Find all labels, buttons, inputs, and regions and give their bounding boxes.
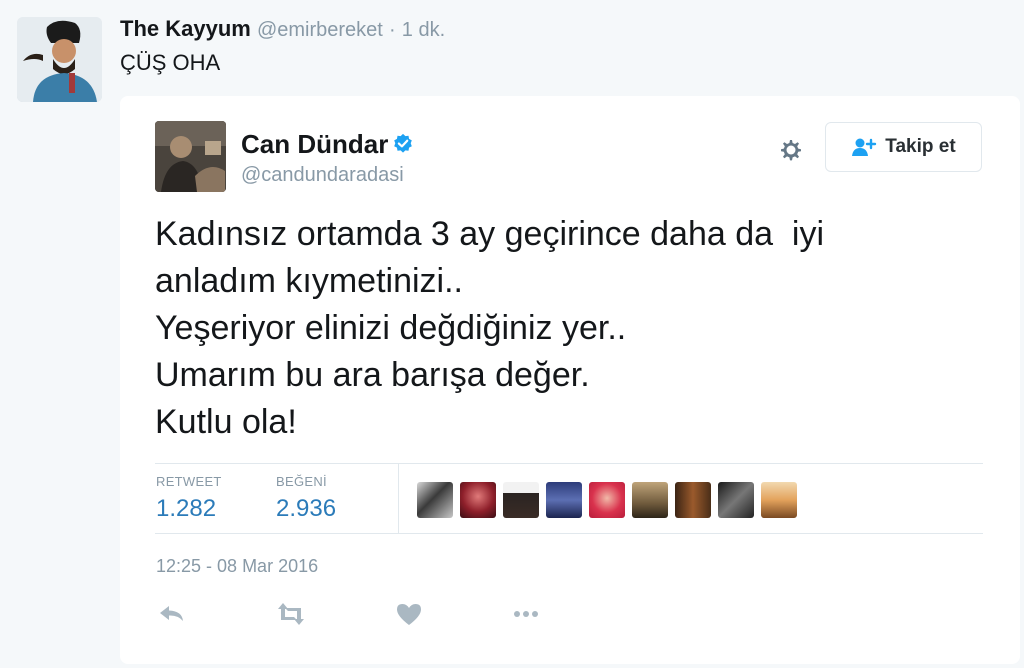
stats-vertical-divider — [398, 464, 399, 533]
quoted-tweet-card[interactable]: Can Dündar @candundaradasi Takip et Kadı… — [120, 96, 1020, 664]
liker-avatar[interactable] — [761, 482, 797, 518]
quoted-author-name-row: Can Dündar — [241, 129, 414, 160]
tweet-text-line: Kutlu ola! — [155, 403, 297, 441]
retweet-stat[interactable]: RETWEET 1.282 — [156, 474, 222, 523]
outer-avatar[interactable] — [17, 17, 102, 102]
liker-avatar[interactable] — [718, 482, 754, 518]
liker-avatar[interactable] — [632, 482, 668, 518]
more-dots-icon[interactable] — [510, 600, 542, 628]
reply-icon[interactable] — [156, 600, 188, 628]
liker-avatar[interactable] — [417, 482, 453, 518]
like-stat[interactable]: BEĞENİ 2.936 — [276, 474, 336, 523]
verified-icon — [394, 134, 413, 153]
retweet-count: 1.282 — [156, 495, 217, 522]
outer-tweet-header: The Kayyum @emirbereket · 1 dk. — [120, 16, 445, 42]
retweet-label: RETWEET — [156, 474, 222, 489]
quoted-author-avatar[interactable] — [155, 121, 226, 192]
liker-avatar[interactable] — [546, 482, 582, 518]
tweet-text-line: anladım kıymetinizi.. — [155, 262, 463, 300]
gear-icon[interactable] — [777, 136, 805, 164]
quoted-tweet-text: Kadınsız ortamda 3 ay geçirince daha da … — [155, 211, 985, 446]
liker-avatar[interactable] — [675, 482, 711, 518]
retweet-icon[interactable] — [275, 600, 307, 628]
liker-avatar[interactable] — [589, 482, 625, 518]
like-count: 2.936 — [276, 495, 337, 522]
like-label: BEĞENİ — [276, 474, 327, 489]
stats-divider-bottom — [155, 533, 983, 534]
outer-tweet-text: ÇÜŞ OHA — [120, 50, 221, 75]
tweet-text-line: Yeşeriyor elinizi değdiğiniz yer.. — [155, 309, 627, 347]
separator-dot: · — [388, 19, 396, 41]
outer-author-name[interactable]: The Kayyum — [120, 16, 251, 41]
outer-author-handle[interactable]: @emirbereket — [257, 19, 383, 41]
tweet-text-line: Kadınsız ortamda 3 ay geçirince daha da … — [155, 215, 825, 253]
liker-avatar[interactable] — [460, 482, 496, 518]
tweet-timestamp[interactable]: 12:25 - 08 Mar 2016 — [156, 556, 318, 577]
follow-button[interactable]: Takip et — [825, 122, 982, 172]
quoted-author-handle[interactable]: @candundaradasi — [241, 164, 404, 187]
like-heart-icon[interactable] — [393, 600, 425, 628]
quoted-author-name[interactable]: Can Dündar — [241, 129, 388, 159]
tweet-text-line: Umarım bu ara barışa değer. — [155, 356, 590, 394]
follow-user-icon — [852, 138, 877, 156]
liker-avatar[interactable] — [503, 482, 539, 518]
stats-divider-top — [155, 463, 983, 464]
liker-avatars — [417, 482, 797, 518]
follow-button-label: Takip et — [885, 136, 956, 157]
outer-tweet-time[interactable]: 1 dk. — [402, 19, 445, 41]
